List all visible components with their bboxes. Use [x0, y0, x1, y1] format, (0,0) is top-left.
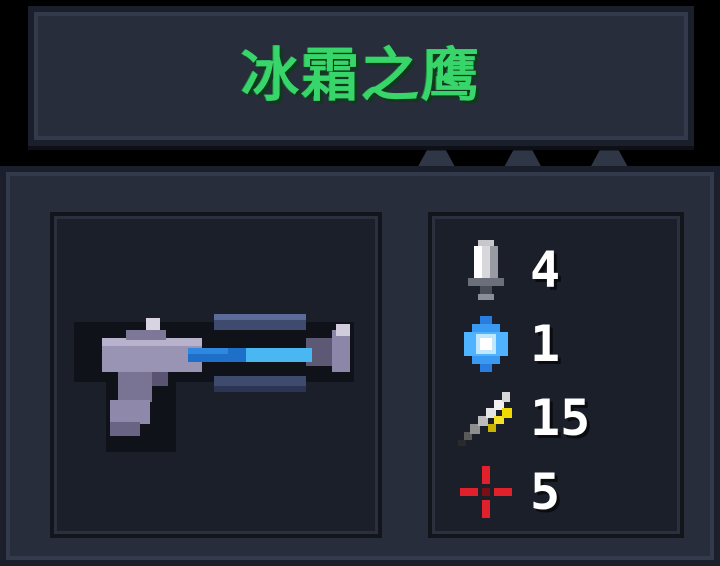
- energy-crystal-icon: [464, 316, 508, 372]
- weapon-name: 冰霜之鹰: [240, 41, 481, 109]
- weapon-preview-slot: [50, 212, 382, 538]
- stat-accuracy: 5: [454, 460, 674, 524]
- weapon-stats-panel: 4 1 15 5: [428, 212, 684, 538]
- crit-feather-icon: [458, 392, 512, 446]
- stat-damage: 4: [454, 238, 674, 302]
- frost-hawk-blaster-icon: [74, 314, 354, 452]
- panel-connector: [417, 150, 629, 168]
- damage-value: 4: [530, 241, 561, 299]
- weapon-title-panel: 冰霜之鹰: [28, 6, 694, 146]
- accuracy-crosshair-icon: [460, 466, 512, 518]
- energy-value: 1: [530, 315, 561, 373]
- stat-energy: 1: [454, 312, 674, 376]
- weapon-info-screen: 冰霜之鹰 4 1 15 5: [0, 0, 720, 566]
- stat-crit: 15: [454, 386, 674, 450]
- accuracy-value: 5: [530, 463, 561, 521]
- weapon-detail-panel: 4 1 15 5: [0, 166, 720, 566]
- damage-sword-icon: [468, 240, 504, 300]
- crit-value: 15: [530, 389, 591, 447]
